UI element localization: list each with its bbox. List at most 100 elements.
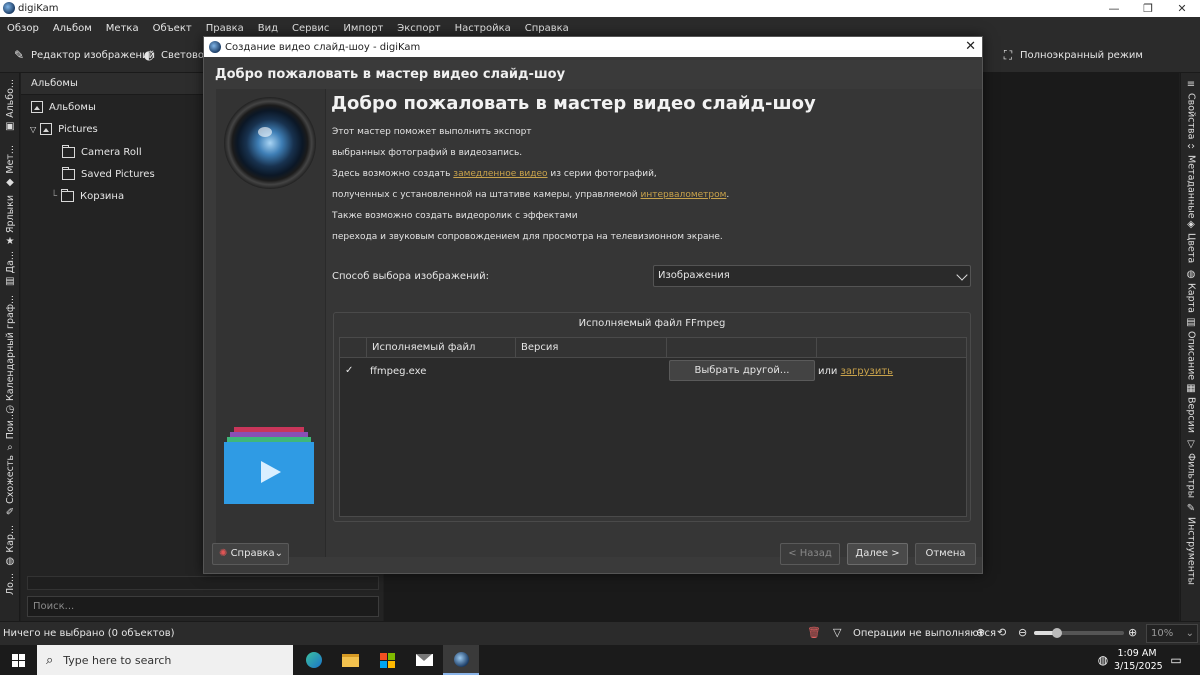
tab-tags[interactable]: Мет... ◆ xyxy=(0,145,20,188)
zoom-slider[interactable] xyxy=(1034,628,1124,638)
palette-icon: ◈ xyxy=(1187,219,1195,230)
file-explorer-icon[interactable] xyxy=(338,645,362,675)
close-window-button[interactable]: ✕ xyxy=(1164,0,1200,17)
intro-text-6: перехода и звуковым сопровождением для п… xyxy=(332,232,723,242)
menu-album[interactable]: Альбом xyxy=(46,23,99,34)
menu-view[interactable]: Обзор xyxy=(0,23,46,34)
dialog-close-button[interactable]: ✕ xyxy=(965,39,976,54)
intro-text-5: Также возможно создать видеоролик с эффе… xyxy=(332,211,578,221)
dialog-title: Создание видео слайд-шоу - digiKam xyxy=(225,41,421,53)
tree-pictures[interactable]: ▽ Pictures xyxy=(30,118,98,140)
zoom-combo[interactable]: 10% ⌄ xyxy=(1146,624,1198,643)
tab-description[interactable]: ▤ Описание xyxy=(1181,317,1200,380)
taskbar-search-box[interactable]: ⌕ Type here to search xyxy=(37,645,293,675)
menu-help[interactable]: Справка xyxy=(518,23,576,34)
menu-import[interactable]: Импорт xyxy=(336,23,390,34)
minimize-button[interactable]: — xyxy=(1096,0,1132,17)
back-button[interactable]: < Назад xyxy=(780,543,840,565)
tab-versions[interactable]: ▦ Версии xyxy=(1181,383,1200,433)
intro-text-2: выбранных фотографий в видеозапись. xyxy=(332,148,523,158)
chevron-down-icon: ⌄ xyxy=(274,548,283,559)
next-button[interactable]: Далее > xyxy=(847,543,908,565)
zoom-fit-icon[interactable]: ⊕ xyxy=(976,626,985,639)
light-table-icon: ◐ xyxy=(143,48,155,62)
tab-similarity[interactable]: Схожесть ✐ xyxy=(0,455,20,518)
digikam-taskbar-icon[interactable] xyxy=(443,645,479,675)
tab-tools[interactable]: ✎ Инструменты xyxy=(1181,503,1200,585)
selection-method-combo[interactable]: Изображения xyxy=(653,265,971,287)
camera-lens-icon xyxy=(224,97,316,189)
cancel-button[interactable]: Отмена xyxy=(915,543,976,565)
image-editor-button[interactable]: ✎ Редактор изображений xyxy=(12,48,155,62)
help-button[interactable]: ✺ Справка ⌄ xyxy=(212,543,289,565)
tree-item[interactable]: └ Корзина xyxy=(51,185,124,207)
windows-start-icon[interactable] xyxy=(8,645,28,675)
tab-properties[interactable]: ≡ Свойства xyxy=(1181,79,1200,139)
menu-tools[interactable]: Сервис xyxy=(285,23,336,34)
left-sidebar-tabs: Альбо... ▣ Мет... ◆ Ярлыки ★ Да... ▤ Кал… xyxy=(0,73,20,621)
video-icon xyxy=(224,427,314,504)
light-table-button[interactable]: ◐ Световой xyxy=(142,48,211,62)
status-bar: Ничего не выбрано (0 объектов) 🗑 ▽ Опера… xyxy=(0,621,1200,645)
tag-icon: ◆ xyxy=(6,176,14,188)
menu-item[interactable]: Объект xyxy=(146,23,199,34)
album-icon: ▣ xyxy=(5,120,15,132)
menu-tag[interactable]: Метка xyxy=(99,23,146,34)
menu-edit[interactable]: Правка xyxy=(199,23,251,34)
tree-root-albums[interactable]: Альбомы xyxy=(31,96,96,118)
dialog-header: Добро пожаловать в мастер видео слайд-шо… xyxy=(215,67,566,82)
tab-people[interactable]: Ло... xyxy=(0,573,20,595)
tree-item[interactable]: Camera Roll xyxy=(62,141,142,163)
zoom-slider-handle[interactable] xyxy=(1051,628,1062,638)
mail-icon[interactable] xyxy=(412,645,436,675)
tab-map[interactable]: Кар... ◍ xyxy=(0,525,20,567)
tab-metadata[interactable]: ‹› Метаданные xyxy=(1181,141,1200,219)
ffmpeg-download-text: или загрузить xyxy=(818,366,894,377)
network-globe-icon[interactable]: ◍ xyxy=(1093,645,1113,675)
tab-dates[interactable]: Да... ▤ xyxy=(0,251,20,287)
taskbar-clock[interactable]: 1:09 AM 3/15/2025 xyxy=(1114,647,1163,673)
trash-icon[interactable]: 🗑 xyxy=(807,626,821,639)
choose-other-button[interactable]: Выбрать другой... xyxy=(669,360,815,381)
menu-export[interactable]: Экспорт xyxy=(390,23,447,34)
tab-search[interactable]: Пои... ⌕ xyxy=(0,411,20,453)
zoom-reset-icon[interactable]: ⟲ xyxy=(997,626,1006,639)
tab-timeline[interactable]: Календарный граф... ◷ xyxy=(0,295,20,415)
search-icon: ⌕ xyxy=(7,442,13,454)
ffmpeg-table: Исполняемый файл Версия ✓ ffmpeg.exe Выб… xyxy=(339,337,967,517)
store-icon[interactable] xyxy=(375,645,399,675)
timelapse-link[interactable]: замедленное видео xyxy=(453,169,547,179)
tab-filters[interactable]: ▽ Фильтры xyxy=(1181,439,1200,498)
brush-icon: ✐ xyxy=(5,506,15,518)
menu-settings[interactable]: Настройка xyxy=(448,23,518,34)
windows-taskbar: ⌕ Type here to search ◍ 1:09 AM 3/15/202… xyxy=(0,645,1200,675)
fullscreen-icon: ⛶ xyxy=(1003,47,1013,62)
filter-icon[interactable]: ▽ xyxy=(833,626,841,639)
tab-labels[interactable]: Ярлыки ★ xyxy=(0,195,20,247)
tab-albums[interactable]: Альбо... ▣ xyxy=(0,79,20,132)
albums-search-input[interactable]: Поиск... xyxy=(27,596,379,617)
search-icon: ⌕ xyxy=(46,652,54,668)
check-icon: ✓ xyxy=(345,365,354,376)
tab-map[interactable]: ◍ Карта xyxy=(1181,269,1200,313)
zoom-out-icon[interactable]: ⊖ xyxy=(1018,626,1027,639)
selection-method-label: Способ выбора изображений: xyxy=(332,271,489,282)
menu-view2[interactable]: Вид xyxy=(251,23,285,34)
edge-browser-icon[interactable] xyxy=(302,645,326,675)
albums-scrollbar[interactable] xyxy=(27,576,379,590)
zoom-in-icon[interactable]: ⊕ xyxy=(1128,626,1137,639)
tree-item[interactable]: Saved Pictures xyxy=(62,163,155,185)
notification-icon[interactable]: ▭ xyxy=(1166,645,1186,675)
download-link[interactable]: загрузить xyxy=(841,366,894,377)
intervalometer-link[interactable]: интервалометром xyxy=(641,190,727,200)
restore-button[interactable]: ❐ xyxy=(1130,0,1166,17)
tab-colors[interactable]: ◈ Цвета xyxy=(1181,219,1200,263)
globe-icon: ◍ xyxy=(1186,269,1196,280)
fullscreen-button[interactable]: ⛶ Полноэкранный режим xyxy=(1001,48,1143,62)
versions-icon: ▦ xyxy=(1186,383,1196,394)
ffmpeg-groupbox: Исполняемый файл FFmpeg Исполняемый файл… xyxy=(333,312,971,522)
dialog-titlebar: Создание видео слайд-шоу - digiKam ✕ xyxy=(204,37,982,57)
operations-status: Операции не выполняются xyxy=(853,628,997,639)
expand-arrow-icon[interactable]: ▽ xyxy=(30,125,36,134)
chevron-down-icon: ⌄ xyxy=(1185,628,1194,639)
